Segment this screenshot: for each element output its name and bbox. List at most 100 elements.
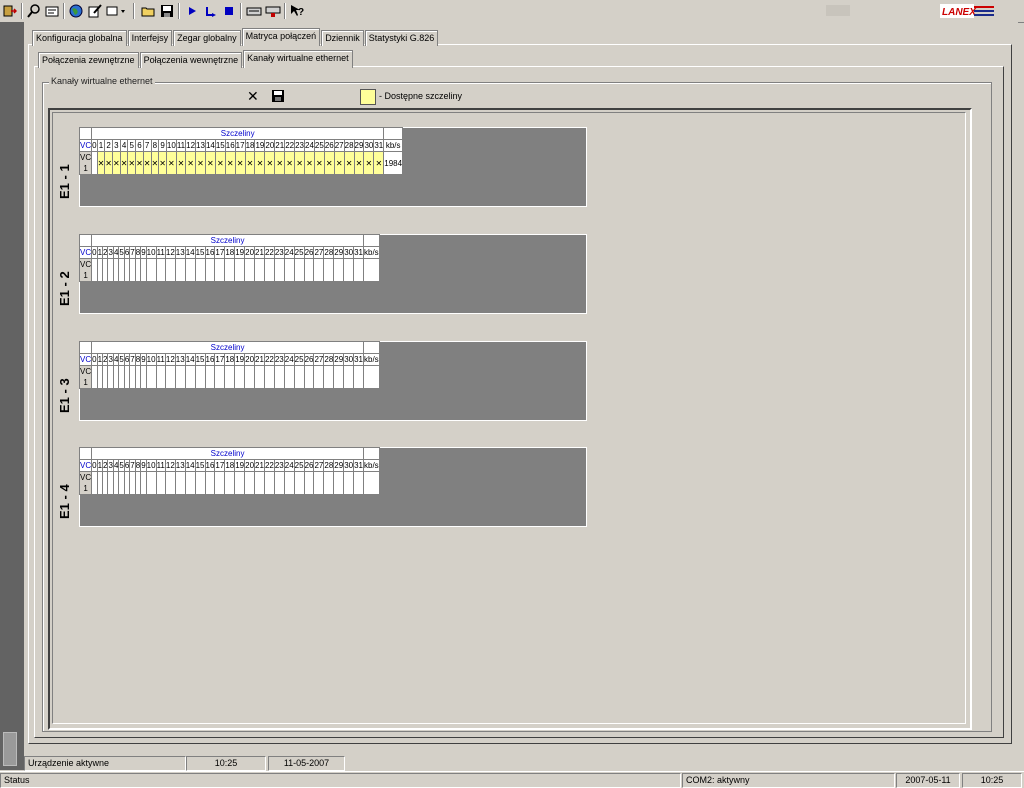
tab-konfiguracja-globalna[interactable]: Konfiguracja globalna [32,30,127,46]
slot-cell[interactable] [244,258,256,282]
slot-cell[interactable] [155,258,166,282]
slot-cell[interactable] [273,365,285,389]
slot-cell[interactable] [293,471,305,495]
save-config-icon[interactable] [272,90,284,104]
slot-cell[interactable] [333,258,345,282]
slot-cell[interactable] [333,471,345,495]
slot-cell[interactable] [313,258,325,282]
save-icon[interactable] [159,3,175,19]
slot-cell-assigned[interactable]: ✕ [195,151,206,175]
help-icon[interactable]: ? [289,3,305,19]
slot-cell-assigned[interactable]: ✕ [313,151,325,175]
slot-cell-assigned[interactable]: ✕ [234,151,246,175]
slot-cell-assigned[interactable]: ✕ [254,151,266,175]
slot-cell[interactable] [273,471,285,495]
slot-cell[interactable] [343,258,355,282]
slot-cell[interactable] [323,471,335,495]
slot-cell[interactable] [353,258,364,282]
slot-cell[interactable] [353,471,364,495]
slot-cell[interactable] [164,258,176,282]
slot-cell[interactable] [224,258,236,282]
slot-cell-assigned[interactable]: ✕ [165,151,177,175]
slot-cell-assigned[interactable]: ✕ [244,151,256,175]
slot-cell-assigned[interactable]: ✕ [127,151,137,175]
slot-cell[interactable] [283,365,295,389]
slot-cell[interactable] [333,365,345,389]
tab-dziennik[interactable]: Dziennik [321,30,364,46]
slot-cell[interactable] [204,365,216,389]
slot-cell[interactable] [254,258,265,282]
slot-cell-assigned[interactable]: ✕ [142,151,152,175]
slot-cell-assigned[interactable]: ✕ [112,151,121,175]
slot-cell[interactable] [164,471,176,495]
slot-cell[interactable] [184,471,196,495]
slot-cell-assigned[interactable]: ✕ [175,151,187,175]
slot-cell[interactable] [145,258,157,282]
tab-kanaly-wirtualne-ethernet[interactable]: Kanały wirtualne ethernet [243,50,353,68]
slot-cell[interactable] [214,365,226,389]
slot-cell-assigned[interactable]: ✕ [353,151,365,175]
search-icon[interactable] [26,3,42,19]
slot-cell-assigned[interactable]: ✕ [224,151,236,175]
slot-cell[interactable] [244,471,256,495]
slot-cell-assigned[interactable]: ✕ [204,151,216,175]
slot-cell[interactable] [343,471,355,495]
slot-cell[interactable] [303,471,315,495]
globe-icon[interactable] [68,3,84,19]
slot-cell-assigned[interactable]: ✕ [294,151,305,175]
slot-cell[interactable] [313,365,325,389]
slot-cell[interactable] [293,258,305,282]
slot-cell-assigned[interactable]: ✕ [264,151,276,175]
tab-interfejsy[interactable]: Interfejsy [127,30,173,46]
slot-cell-assigned[interactable]: ✕ [119,151,129,175]
slot-cell[interactable] [234,471,246,495]
slot-cell[interactable] [283,258,295,282]
slot-cell[interactable] [244,365,256,389]
slot-cell[interactable] [263,471,275,495]
slot-cell[interactable] [214,258,226,282]
slot-cell[interactable] [254,471,265,495]
slot-cell[interactable] [234,365,246,389]
slot-cell-assigned[interactable]: ✕ [373,151,385,175]
slot-cell[interactable] [224,471,236,495]
dropdown-menu-icon[interactable] [106,3,128,19]
slot-cell-assigned[interactable]: ✕ [158,151,167,175]
stop-icon[interactable] [221,3,237,19]
slot-cell[interactable] [283,471,295,495]
slot-cell[interactable] [174,471,186,495]
tab-matryca-polaczen[interactable]: Matryca połączeń [241,28,321,46]
slot-cell[interactable] [224,365,236,389]
slot-cell-assigned[interactable]: ✕ [363,151,375,175]
slot-cell[interactable] [204,258,216,282]
slot-cell[interactable] [145,365,157,389]
slot-cell-assigned[interactable]: ✕ [96,151,106,175]
slot-cell[interactable] [303,258,315,282]
play-icon[interactable] [184,3,200,19]
slot-cell[interactable] [194,471,206,495]
tab-statystyki-g826[interactable]: Statystyki G.826 [364,30,439,46]
slot-cell[interactable] [313,471,325,495]
print-preview-icon[interactable] [44,3,60,19]
slot-cell-assigned[interactable]: ✕ [343,151,355,175]
slot-cell-assigned[interactable]: ✕ [150,151,160,175]
slot-cell-assigned[interactable]: ✕ [214,151,226,175]
slot-cell[interactable] [184,258,196,282]
slot-cell[interactable] [273,258,285,282]
slot-cell[interactable] [353,365,364,389]
slot-cell[interactable] [254,365,265,389]
delete-icon[interactable]: ✕ [247,89,259,103]
slot-cell[interactable] [194,258,206,282]
slot-cell[interactable] [194,365,206,389]
device-icon[interactable] [246,3,262,19]
slot-cell[interactable] [293,365,305,389]
slot-cell[interactable] [263,365,275,389]
step-icon[interactable] [203,3,219,19]
exit-icon[interactable] [2,3,18,19]
tab-polaczenia-wewnetrzne[interactable]: Połączenia wewnętrzne [139,52,243,68]
slot-cell[interactable] [214,471,226,495]
slot-cell[interactable] [155,365,166,389]
slot-cell-assigned[interactable]: ✕ [135,151,144,175]
slot-cell[interactable] [145,471,157,495]
scrollbar-thumb[interactable] [3,732,17,766]
slot-cell-assigned[interactable]: ✕ [185,151,197,175]
